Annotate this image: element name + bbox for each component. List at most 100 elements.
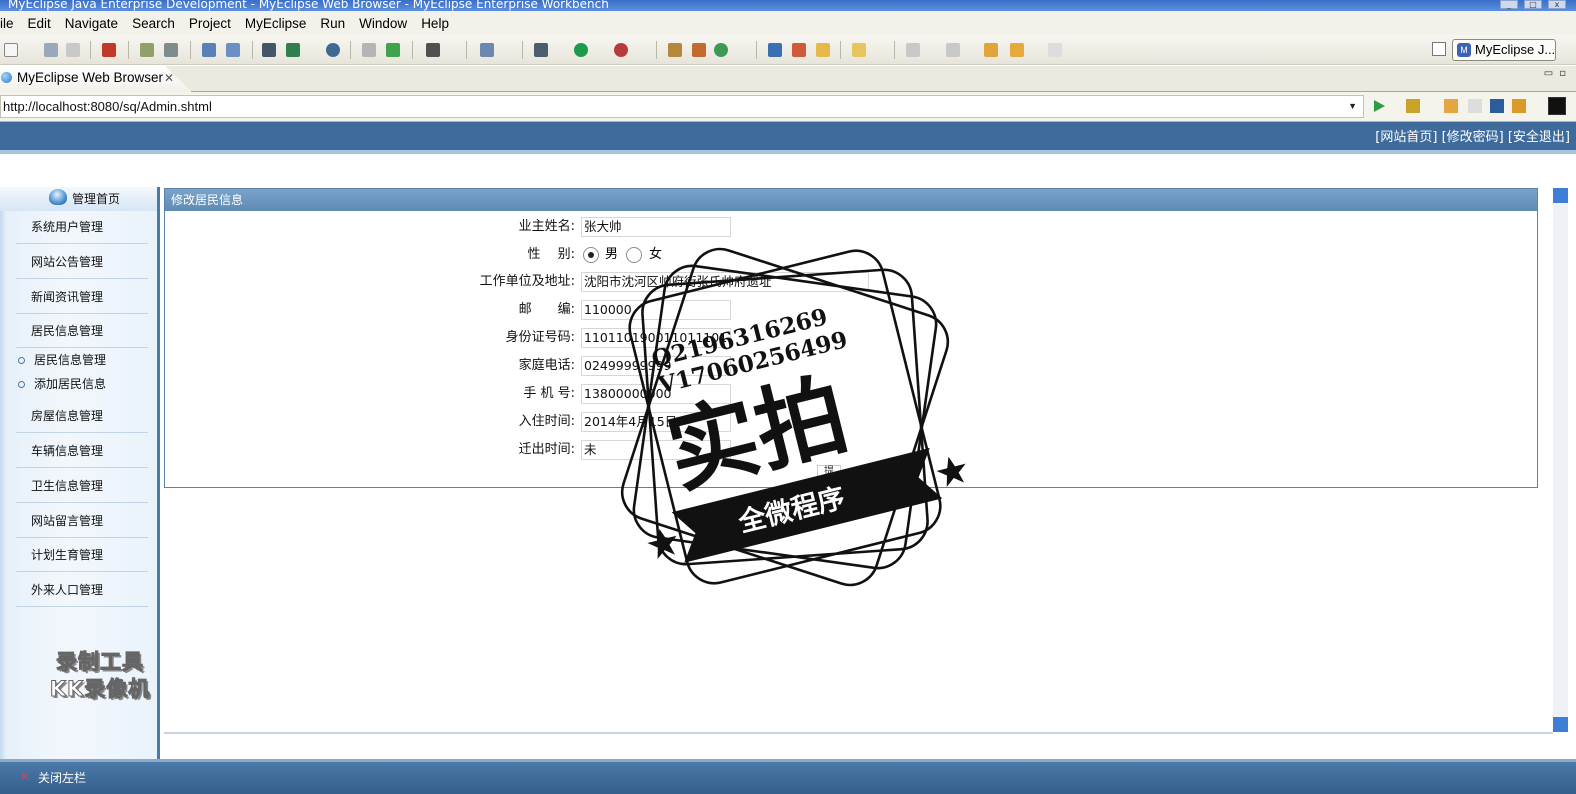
recorder-watermark-line1: 录制工具 xyxy=(56,650,144,675)
main-toolbar: M MyEclipse J... xyxy=(0,35,1576,65)
run-icon[interactable] xyxy=(574,43,588,57)
stop-icon[interactable] xyxy=(1490,99,1504,113)
work-input[interactable]: 沈阳市沈河区帅府街张氏帅府遗址 xyxy=(581,272,869,292)
tab-web-browser[interactable]: MyEclipse Web Browser ✕ xyxy=(0,66,192,92)
search-folder-icon[interactable] xyxy=(768,43,782,57)
perspective-button[interactable]: M MyEclipse J... xyxy=(1452,39,1556,61)
save-icon[interactable] xyxy=(44,43,58,57)
wizard-icon[interactable] xyxy=(202,43,216,57)
globe-icon[interactable] xyxy=(326,43,340,57)
window-controls: _ □ x xyxy=(1500,0,1566,11)
menu-edit[interactable]: Edit xyxy=(28,16,51,31)
browser-forward-icon[interactable] xyxy=(1468,99,1482,113)
new-class-icon[interactable] xyxy=(668,43,682,57)
content-bottom-divider xyxy=(164,732,1553,734)
next-annotation-icon[interactable] xyxy=(906,43,920,57)
name-input[interactable]: 张大帅 xyxy=(581,217,731,237)
sidebar-item-vehicles[interactable]: 车辆信息管理 xyxy=(16,434,148,468)
gender-male-label: 男 xyxy=(605,247,619,262)
menu-project[interactable]: Project xyxy=(189,16,231,31)
sidebar-item-residents[interactable]: 居民信息管理 xyxy=(16,314,148,348)
sidebar-header-label: 管理首页 xyxy=(72,192,121,206)
forward-icon[interactable] xyxy=(1048,43,1062,57)
server-icon[interactable] xyxy=(164,43,178,57)
movein-input[interactable]: 2014年4月15日 xyxy=(581,412,731,432)
sidebar-item-housing[interactable]: 房屋信息管理 xyxy=(16,399,148,433)
globe-icon xyxy=(1,72,12,83)
phone-input[interactable]: 02499999999 xyxy=(581,356,731,376)
id-input[interactable]: 110110190011011101101 xyxy=(581,328,731,348)
sidebar-item-family-planning[interactable]: 计划生育管理 xyxy=(16,538,148,572)
refresh-icon[interactable] xyxy=(714,43,728,57)
toggle-view-icon[interactable] xyxy=(1548,97,1566,115)
gender-female-radio[interactable] xyxy=(626,247,642,263)
open-resource-icon[interactable] xyxy=(386,43,400,57)
maximize-button[interactable]: □ xyxy=(1524,0,1542,9)
mobile-input[interactable]: 13800000000 xyxy=(581,384,731,404)
pin-icon[interactable] xyxy=(792,43,806,57)
sidebar-item-system-users[interactable]: 系统用户管理 xyxy=(16,210,148,244)
scroll-down-icon[interactable] xyxy=(1553,717,1568,732)
debug-icon[interactable] xyxy=(534,43,548,57)
browser-back-icon[interactable] xyxy=(1444,99,1458,113)
sidebar-subitem-resident-list[interactable]: 居民信息管理 xyxy=(18,350,106,370)
gender-label: 性 别: xyxy=(527,247,575,262)
sidebar-subitem-add-resident[interactable]: 添加居民信息 xyxy=(18,374,106,394)
menu-file[interactable]: ile xyxy=(0,16,14,31)
sidebar-item-sanitation[interactable]: 卫生信息管理 xyxy=(16,469,148,503)
form-row-mobile: 手 机 号: 13800000000 xyxy=(165,382,965,406)
window-title: MyEclipse Java Enterprise Development - … xyxy=(8,0,609,11)
export-icon[interactable] xyxy=(286,43,300,57)
scroll-up-icon[interactable] xyxy=(1553,188,1568,203)
page-scrollbar[interactable] xyxy=(1553,188,1568,732)
back-icon[interactable] xyxy=(1010,43,1024,57)
sidebar-item-messages[interactable]: 网站留言管理 xyxy=(16,504,148,538)
submit-button[interactable]: 提 xyxy=(817,465,841,477)
minimize-button[interactable]: _ xyxy=(1500,0,1518,9)
id-label: 身份证号码: xyxy=(505,330,575,345)
connect-icon[interactable] xyxy=(262,43,276,57)
go-icon[interactable] xyxy=(1372,99,1386,113)
menu-help[interactable]: Help xyxy=(421,16,449,31)
new-icon[interactable] xyxy=(4,43,18,57)
header-links[interactable]: [网站首页] [修改密码] [安全退出] xyxy=(1375,126,1570,145)
zip-input[interactable]: 110000 xyxy=(581,300,731,320)
open-type-icon[interactable] xyxy=(362,43,376,57)
open-folder-icon[interactable] xyxy=(816,43,830,57)
wizard2-icon[interactable] xyxy=(226,43,240,57)
print-icon[interactable] xyxy=(66,43,80,57)
external-tools-icon[interactable] xyxy=(614,43,628,57)
menu-window[interactable]: Window xyxy=(359,16,407,31)
sidebar-item-announcements[interactable]: 网站公告管理 xyxy=(16,245,148,279)
task-icon[interactable] xyxy=(480,43,494,57)
refresh-page-icon[interactable] xyxy=(1512,99,1526,113)
menu-run[interactable]: Run xyxy=(320,16,345,31)
open-perspective-icon[interactable] xyxy=(1432,42,1446,56)
moveout-label: 迁出时间: xyxy=(518,442,575,457)
menu-search[interactable]: Search xyxy=(132,16,175,31)
camera-icon[interactable] xyxy=(426,43,440,57)
sidebar-item-news[interactable]: 新闻资讯管理 xyxy=(16,280,148,314)
menu-myeclipse[interactable]: MyEclipse xyxy=(245,16,307,31)
new-package-icon[interactable] xyxy=(692,43,706,57)
moveout-input[interactable]: 未 xyxy=(581,440,731,460)
tab-label: MyEclipse Web Browser xyxy=(17,70,164,85)
folder-icon[interactable] xyxy=(852,43,866,57)
deploy-icon[interactable] xyxy=(140,43,154,57)
bookmark-icon[interactable] xyxy=(1406,99,1420,113)
sidebar-header[interactable]: 管理首页 xyxy=(0,187,157,211)
url-input[interactable]: http://localhost:8080/sq/Admin.shtml ▼ xyxy=(0,95,1364,118)
url-dropdown-icon[interactable]: ▼ xyxy=(1348,96,1357,117)
tab-controls[interactable]: ▭▫ xyxy=(1544,68,1572,79)
prev-annotation-icon[interactable] xyxy=(946,43,960,57)
gender-male-radio[interactable] xyxy=(583,247,599,263)
browser-controls xyxy=(1372,97,1576,115)
package-icon[interactable] xyxy=(102,43,116,57)
close-tab-icon[interactable]: ✕ xyxy=(164,66,174,90)
close-window-button[interactable]: x xyxy=(1548,0,1566,9)
close-left-panel-link[interactable]: ✕ 关闭左栏 xyxy=(20,769,86,786)
menu-navigate[interactable]: Navigate xyxy=(65,16,118,31)
last-edit-icon[interactable] xyxy=(984,43,998,57)
sidebar-item-migrants[interactable]: 外来人口管理 xyxy=(16,573,148,607)
form-row-phone: 家庭电话: 02499999999 xyxy=(165,354,965,378)
